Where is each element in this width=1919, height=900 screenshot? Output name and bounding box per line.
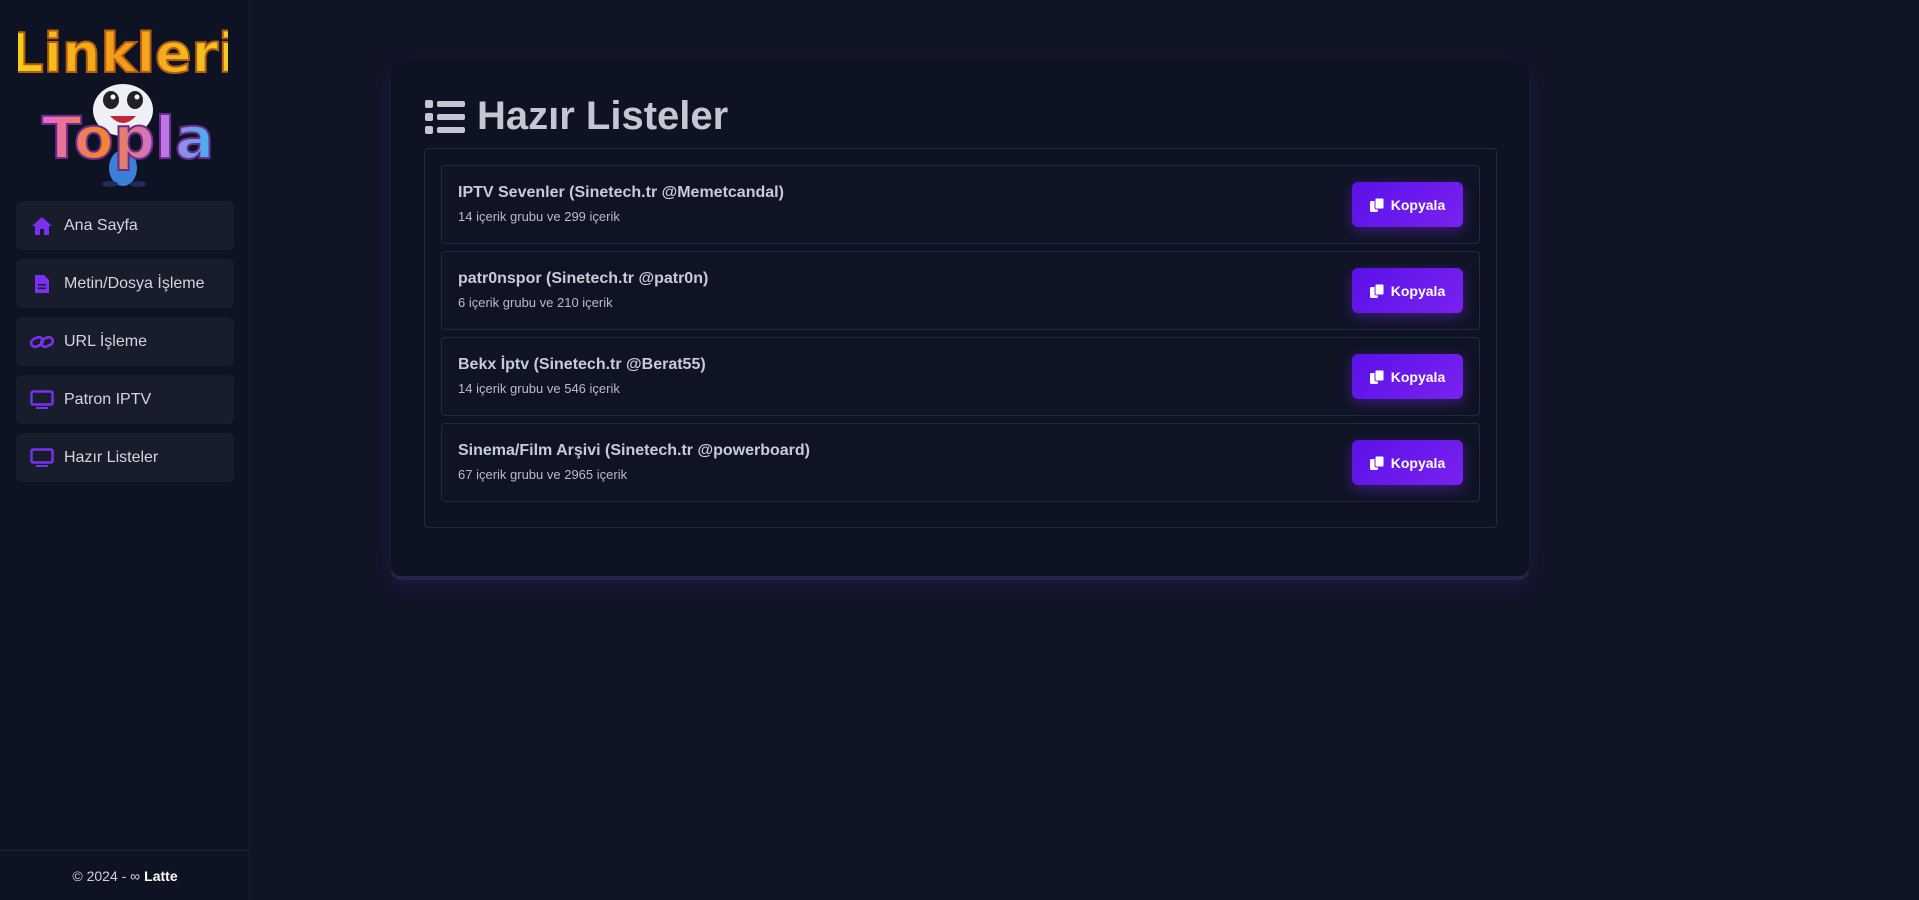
copy-icon [1369, 455, 1384, 470]
list-name: patr0nspor (Sinetech.tr @patr0n) [458, 270, 709, 287]
sidebar-item-patron-iptv[interactable]: Patron IPTV [16, 375, 234, 424]
logo-line2: Topla [42, 104, 214, 172]
list-icon [425, 99, 465, 135]
link-icon [30, 330, 54, 354]
list-meta: 6 içerik grubu ve 210 içerik [458, 295, 613, 310]
copy-button[interactable]: Kopyala [1352, 440, 1463, 485]
list-item: IPTV Sevenler (Sinetech.tr @Memetcandal)… [441, 165, 1480, 244]
list-item: Bekx İptv (Sinetech.tr @Berat55) 14 içer… [441, 337, 1480, 416]
sidebar: Linkleri Topla Ana Sayfa Metin/Dosya İşl… [0, 0, 250, 900]
main-card: Hazır Listeler IPTV Sevenler (Sinetech.t… [391, 58, 1529, 576]
copy-button-label: Kopyala [1390, 368, 1446, 385]
sidebar-nav: Ana Sayfa Metin/Dosya İşleme URL İşleme … [16, 201, 234, 491]
ready-lists: IPTV Sevenler (Sinetech.tr @Memetcandal)… [424, 148, 1497, 528]
page-title: Hazır Listeler [425, 94, 728, 139]
list-item: patr0nspor (Sinetech.tr @patr0n) 6 içeri… [441, 251, 1480, 330]
file-icon [30, 272, 54, 296]
list-item: Sinema/Film Arşivi (Sinetech.tr @powerbo… [441, 423, 1480, 502]
copy-button-label: Kopyala [1390, 282, 1446, 299]
sidebar-item-metin-dosya[interactable]: Metin/Dosya İşleme [16, 259, 234, 308]
sidebar-item-label: Metin/Dosya İşleme [64, 274, 205, 292]
sidebar-footer: © 2024 - ∞ Latte [0, 850, 250, 900]
copy-icon [1369, 197, 1384, 212]
footer-author: Latte [144, 867, 178, 884]
list-name: IPTV Sevenler (Sinetech.tr @Memetcandal) [458, 184, 784, 201]
copy-button-label: Kopyala [1390, 196, 1446, 213]
sidebar-item-label: URL İşleme [64, 332, 147, 350]
list-name: Sinema/Film Arşivi (Sinetech.tr @powerbo… [458, 442, 810, 459]
sidebar-item-url-isleme[interactable]: URL İşleme [16, 317, 234, 366]
sidebar-item-hazir-listeler[interactable]: Hazır Listeler [16, 433, 234, 482]
home-icon [30, 214, 54, 238]
list-meta: 14 içerik grubu ve 299 içerik [458, 209, 620, 224]
copy-button[interactable]: Kopyala [1352, 268, 1463, 313]
copy-icon [1369, 369, 1384, 384]
sidebar-item-label: Patron IPTV [64, 390, 152, 408]
monitor-icon [30, 446, 54, 470]
monitor-icon [30, 388, 54, 412]
logo-line1: Linkleri [18, 22, 228, 85]
list-meta: 67 içerik grubu ve 2965 içerik [458, 467, 628, 482]
sidebar-item-label: Hazır Listeler [64, 448, 159, 466]
page-title-text: Hazır Listeler [477, 94, 729, 138]
copy-button[interactable]: Kopyala [1352, 182, 1463, 227]
list-meta: 14 içerik grubu ve 546 içerik [458, 381, 620, 396]
copy-icon [1369, 283, 1384, 298]
sidebar-item-ana-sayfa[interactable]: Ana Sayfa [16, 201, 234, 250]
brand-logo[interactable]: Linkleri Topla [8, 8, 238, 188]
footer-copyright: © 2024 - ∞ [72, 867, 141, 884]
list-name: Bekx İptv (Sinetech.tr @Berat55) [458, 356, 706, 373]
sidebar-item-label: Ana Sayfa [64, 216, 138, 234]
copy-button[interactable]: Kopyala [1352, 354, 1463, 399]
copy-button-label: Kopyala [1390, 454, 1446, 471]
